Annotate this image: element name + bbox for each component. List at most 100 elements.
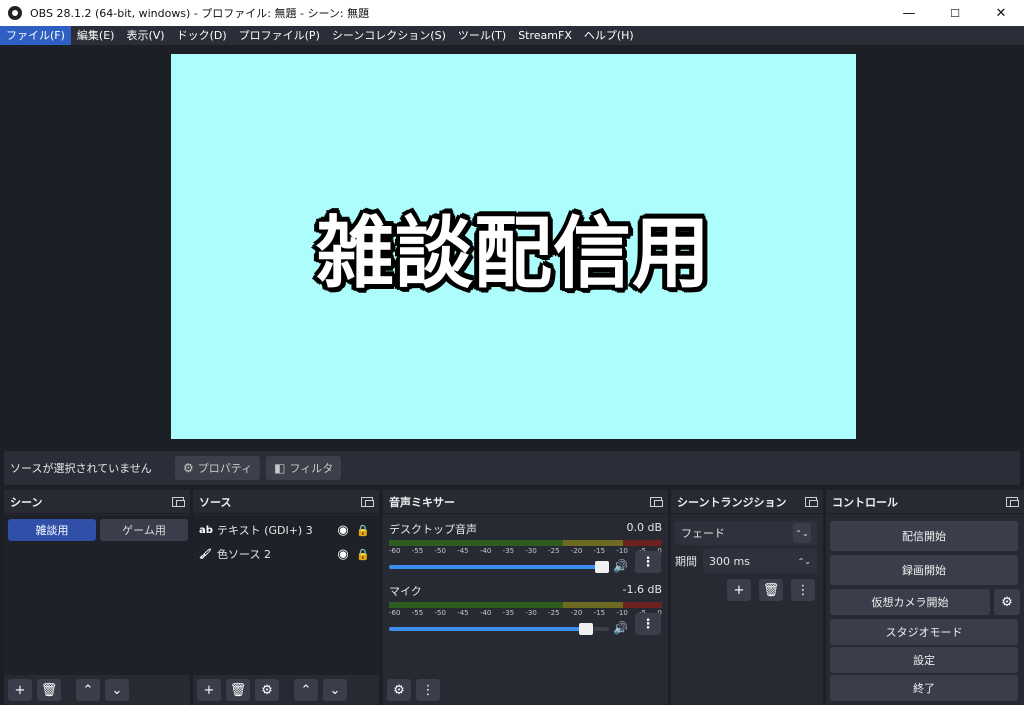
remove-transition-button[interactable]: 🗑 — [759, 579, 783, 601]
menu-bar: ファイル(F) 編集(E) 表示(V) ドック(D) プロファイル(P) シーン… — [0, 26, 1024, 45]
undock-icon[interactable] — [172, 496, 185, 507]
preview-area[interactable]: 雑談配信用 — [0, 45, 1024, 449]
close-window-button[interactable]: ✕ — [978, 0, 1024, 26]
start-recording-button[interactable]: 録画開始 — [830, 555, 1018, 585]
advanced-audio-button[interactable]: ⚙ — [387, 679, 411, 701]
menu-scene-collection[interactable]: シーンコレクション(S) — [326, 26, 452, 45]
remove-scene-button[interactable]: 🗑 — [37, 679, 61, 701]
move-scene-down-button[interactable]: ⌄ — [105, 679, 129, 701]
gears-icon: ⚙ — [393, 682, 405, 698]
title-bar: OBS 28.1.2 (64-bit, windows) - プロファイル: 無… — [0, 0, 1024, 26]
preview-text: 雑談配信用 — [315, 208, 711, 299]
volume-slider[interactable] — [389, 623, 609, 635]
scenes-title: シーン — [10, 495, 43, 509]
gear-icon: ⚙ — [183, 461, 194, 475]
transition-properties-button[interactable]: ⋮ — [791, 579, 815, 601]
menu-docks[interactable]: ドック(D) — [171, 26, 233, 45]
add-transition-button[interactable]: + — [727, 579, 751, 601]
channel-name: デスクトップ音声 — [389, 523, 477, 536]
controls-body: 配信開始 録画開始 仮想カメラ開始 ⚙ スタジオモード 設定 終了 — [826, 515, 1024, 705]
settings-button[interactable]: 設定 — [830, 647, 1018, 673]
undock-icon[interactable] — [805, 496, 818, 507]
move-scene-up-button[interactable]: ⌃ — [76, 679, 100, 701]
audio-mixer-dock: 音声ミキサー デスクトップ音声 0.0 dB -60 -55 -50 -45 -40 -3… — [383, 490, 668, 705]
menu-profile[interactable]: プロファイル(P) — [233, 26, 326, 45]
spin-arrows-icon[interactable]: ⌃⌄ — [798, 557, 811, 566]
mixer-body: デスクトップ音声 0.0 dB -60 -55 -50 -45 -40 -35 -30 -25… — [383, 515, 668, 675]
source-item[interactable]: 🖌 色ソース 2 ◉ 🔒 — [199, 543, 373, 565]
gear-icon: ⚙ — [261, 682, 273, 698]
controls-dock: コントロール 配信開始 録画開始 仮想カメラ開始 ⚙ スタジオモード 設定 終了 — [826, 490, 1024, 705]
scene-item[interactable]: 雑談用 — [8, 519, 96, 541]
source-name: テキスト (GDI+) 3 — [217, 524, 313, 537]
text-source-icon: ab — [199, 524, 213, 536]
trash-icon: 🗑 — [40, 682, 58, 698]
chevron-up-icon: ⌃ — [82, 682, 94, 698]
channel-db: 0.0 dB — [626, 521, 662, 534]
mixer-channel: マイク -1.6 dB -60 -55 -50 -45 -40 -35 -30 -25 -20-… — [389, 583, 662, 639]
menu-edit[interactable]: 編集(E) — [71, 26, 121, 45]
duration-spinbox[interactable]: 300 ms ⌃⌄ — [703, 549, 817, 573]
minimize-button[interactable]: — — [886, 0, 932, 26]
add-source-button[interactable]: + — [197, 679, 221, 701]
visibility-eye-icon[interactable]: ◉ — [333, 523, 353, 538]
preview-canvas[interactable]: 雑談配信用 — [171, 54, 856, 439]
scene-item[interactable]: ゲーム用 — [100, 519, 188, 541]
obs-app-icon — [8, 6, 22, 20]
speaker-icon[interactable]: 🔊 — [613, 559, 628, 573]
mixer-channel: デスクトップ音声 0.0 dB -60 -55 -50 -45 -40 -35 -30 -25… — [389, 521, 662, 577]
sources-dock: ソース ab テキスト (GDI+) 3 ◉ 🔒 🖌 色ソース 2 ◉ 🔒 + … — [193, 490, 379, 705]
start-streaming-button[interactable]: 配信開始 — [830, 521, 1018, 551]
menu-view[interactable]: 表示(V) — [120, 26, 170, 45]
source-properties-button[interactable]: ⚙ — [255, 679, 279, 701]
menu-tools[interactable]: ツール(T) — [452, 26, 512, 45]
channel-name: マイク — [389, 585, 422, 598]
mixer-title: 音声ミキサー — [389, 495, 455, 509]
remove-source-button[interactable]: 🗑 — [226, 679, 250, 701]
lock-icon[interactable]: 🔒 — [353, 548, 373, 561]
chevron-down-icon: ⌄ — [111, 682, 123, 698]
channel-menu-button[interactable]: ⋮ — [635, 613, 661, 635]
speaker-icon[interactable]: 🔊 — [613, 621, 628, 635]
undock-icon[interactable] — [1006, 496, 1019, 507]
menu-file[interactable]: ファイル(F) — [0, 26, 71, 45]
chevron-down-icon: ⌄ — [329, 682, 341, 698]
brush-icon: 🖌 — [199, 548, 212, 560]
filter-icon: ◧ — [274, 461, 286, 475]
visibility-eye-icon[interactable]: ◉ — [333, 547, 353, 562]
studio-mode-button[interactable]: スタジオモード — [830, 619, 1018, 645]
channel-menu-button[interactable]: ⋮ — [635, 551, 661, 573]
channel-db: -1.6 dB — [622, 583, 663, 596]
properties-button[interactable]: ⚙ プロパティ — [175, 456, 261, 480]
volume-slider[interactable] — [389, 561, 609, 573]
scenes-dock: シーン 雑談用 ゲーム用 + 🗑 ⌃ ⌄ — [4, 490, 190, 705]
meter-scale: -60-55-50-45-40-35-30-25-20-15-10-50 — [389, 609, 662, 617]
no-source-selected-label: ソースが選択されていません — [10, 462, 152, 475]
transitions-title: シーントランジション — [677, 495, 787, 509]
add-scene-button[interactable]: + — [8, 679, 32, 701]
exit-button[interactable]: 終了 — [830, 675, 1018, 701]
move-source-down-button[interactable]: ⌄ — [323, 679, 347, 701]
start-virtual-camera-button[interactable]: 仮想カメラ開始 — [830, 589, 990, 615]
virtual-camera-settings-button[interactable]: ⚙ — [994, 589, 1020, 615]
maximize-button[interactable]: ☐ — [932, 0, 978, 26]
trash-icon: 🗑 — [762, 582, 780, 598]
source-item[interactable]: ab テキスト (GDI+) 3 ◉ 🔒 — [199, 519, 373, 541]
undock-icon[interactable] — [650, 496, 663, 507]
source-context-bar: ソースが選択されていません ⚙ プロパティ ◧ フィルタ — [4, 451, 1020, 485]
source-list: ab テキスト (GDI+) 3 ◉ 🔒 🖌 色ソース 2 ◉ 🔒 — [193, 515, 379, 675]
meter-scale: -60-55-50-45-40-35-30-25-20-15-10-50 — [389, 547, 662, 555]
controls-title: コントロール — [832, 495, 898, 509]
scene-transitions-dock: シーントランジション フェード ⌃⌄ 期間 300 ms ⌃⌄ + 🗑 ⋮ — [671, 490, 823, 705]
chevron-updown-icon: ⌃⌄ — [793, 523, 811, 543]
scene-list: 雑談用 ゲーム用 — [4, 515, 190, 675]
move-source-up-button[interactable]: ⌃ — [294, 679, 318, 701]
menu-help[interactable]: ヘルプ(H) — [578, 26, 640, 45]
source-name: 色ソース 2 — [217, 548, 271, 561]
mixer-menu-button[interactable]: ⋮ — [416, 679, 440, 701]
transition-type-select[interactable]: フェード ⌃⌄ — [675, 521, 817, 545]
filters-button[interactable]: ◧ フィルタ — [266, 456, 342, 480]
undock-icon[interactable] — [361, 496, 374, 507]
lock-icon[interactable]: 🔒 — [353, 524, 373, 537]
menu-streamfx[interactable]: StreamFX — [512, 26, 578, 45]
